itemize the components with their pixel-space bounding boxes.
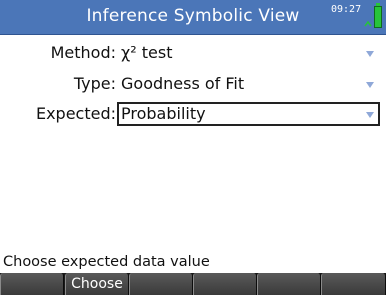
clock: 09:27	[331, 4, 362, 15]
soft-menu-bar: Choose	[0, 273, 386, 295]
battery-icon	[374, 6, 382, 28]
softkey-1[interactable]	[0, 273, 64, 295]
softkey-4[interactable]	[193, 273, 257, 295]
expected-value: Probability	[121, 104, 206, 123]
softkey-5[interactable]	[257, 273, 321, 295]
method-row: Method: χ² test	[0, 39, 386, 67]
expected-field[interactable]: Probability	[117, 102, 380, 126]
method-label: Method:	[50, 43, 116, 62]
softkey-6[interactable]	[321, 273, 386, 295]
view-title: Inference Symbolic View	[86, 6, 300, 26]
expected-label: Expected:	[35, 104, 116, 123]
choose-button[interactable]: Choose	[65, 273, 129, 295]
plug-icon	[364, 20, 372, 27]
chevron-down-icon[interactable]	[366, 112, 374, 118]
type-label: Type:	[73, 74, 116, 93]
method-field[interactable]: χ² test	[117, 41, 380, 65]
method-value: χ² test	[121, 43, 173, 62]
chevron-down-icon[interactable]	[366, 82, 374, 88]
status-message: Choose expected data value	[3, 254, 210, 270]
type-field[interactable]: Goodness of Fit	[117, 72, 380, 96]
type-row: Type: Goodness of Fit	[0, 70, 386, 98]
type-value: Goodness of Fit	[121, 74, 245, 93]
chevron-down-icon[interactable]	[366, 51, 374, 57]
expected-row: Expected: Probability	[0, 100, 386, 128]
softkey-3[interactable]	[129, 273, 193, 295]
title-bar: Inference Symbolic View 09:27	[0, 0, 386, 35]
